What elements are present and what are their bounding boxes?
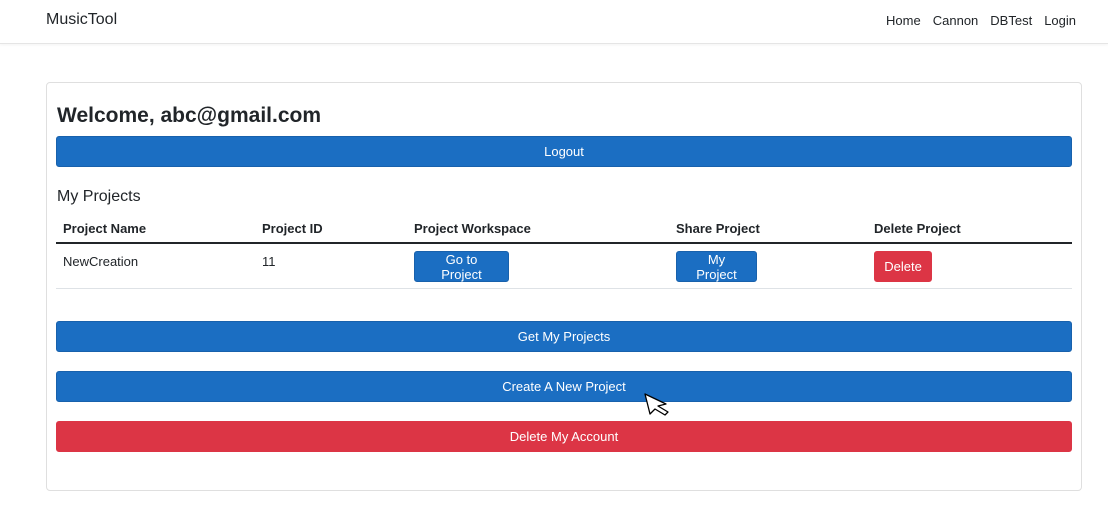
welcome-heading: Welcome, abc@gmail.com [57,104,322,127]
project-name-cell: NewCreation [63,254,139,269]
header-project-name: Project Name [63,221,147,236]
nav-link-dbtest[interactable]: DBTest [990,13,1032,28]
header-project-workspace: Project Workspace [414,221,531,236]
delete-account-button[interactable]: Delete My Account [56,421,1072,452]
brand-link[interactable]: MusicTool [46,11,117,29]
nav-links: Home Cannon DBTest Login [886,13,1076,28]
nav-link-home[interactable]: Home [886,13,921,28]
logout-button[interactable]: Logout [56,136,1072,167]
project-id-cell: 11 [262,254,276,269]
projects-title: My Projects [57,188,141,205]
share-project-button[interactable]: My Project [676,251,757,282]
pointer-cursor-icon [644,393,669,416]
account-card: Welcome, abc@gmail.com Logout My Project… [46,82,1082,491]
get-my-projects-button[interactable]: Get My Projects [56,321,1072,352]
create-new-project-button[interactable]: Create A New Project [56,371,1072,402]
nav-link-cannon[interactable]: Cannon [933,13,979,28]
table-row: NewCreation 11 Go to Project My Project … [56,244,1072,289]
delete-project-button[interactable]: Delete [874,251,932,282]
go-to-project-button[interactable]: Go to Project [414,251,509,282]
header-project-id: Project ID [262,221,323,236]
table-header: Project Name Project ID Project Workspac… [56,215,1072,244]
navbar: MusicTool Home Cannon DBTest Login [0,0,1108,44]
header-share-project: Share Project [676,221,760,236]
header-delete-project: Delete Project [874,221,961,236]
projects-table: Project Name Project ID Project Workspac… [56,215,1072,289]
nav-link-login[interactable]: Login [1044,13,1076,28]
